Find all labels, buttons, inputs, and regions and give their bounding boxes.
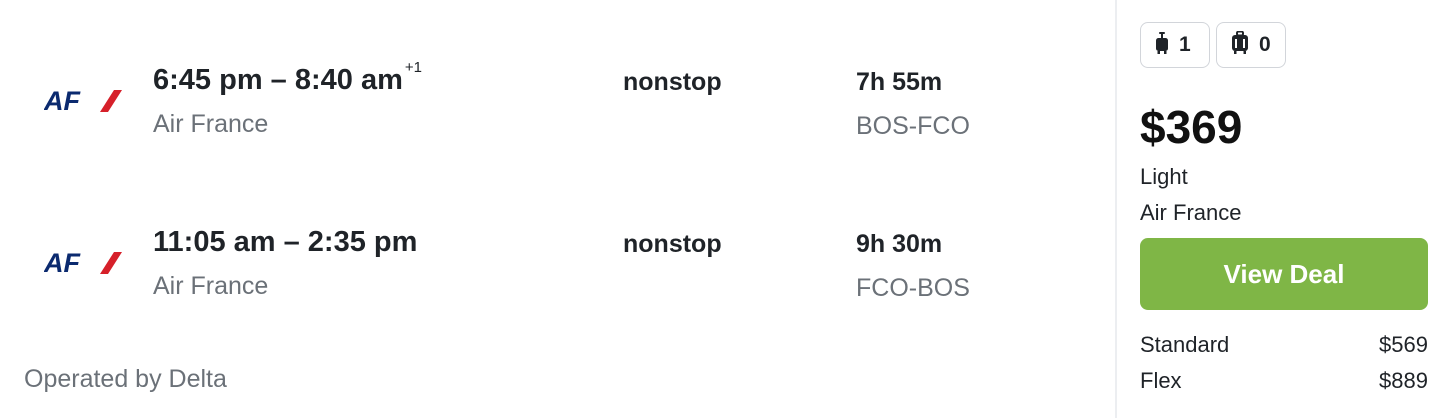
leg-duration: 9h 30m — [856, 230, 943, 258]
leg-return: AF 11:05 am – 2:35 pm Air France nonstop… — [0, 210, 1115, 310]
time-range: 11:05 am – 2:35 pm — [153, 226, 418, 258]
logo-text: AF — [44, 248, 81, 276]
leg-route: BOS-FCO — [856, 112, 970, 140]
carry-on-bag-badge[interactable]: 1 — [1140, 22, 1210, 68]
checked-bag-count: 0 — [1259, 33, 1271, 56]
leg-times: 6:45 pm – 8:40 am +1 — [153, 59, 422, 97]
fare-name: Light — [1140, 164, 1188, 189]
air-france-logo: AF — [43, 86, 124, 116]
time-range: 6:45 pm – 8:40 am — [153, 64, 403, 96]
operated-by-note: Operated by Delta — [24, 365, 227, 393]
flight-result-card[interactable]: AF 6:45 pm – 8:40 am +1 Air France nonsto… — [0, 0, 1448, 418]
view-deal-button[interactable]: View Deal — [1140, 238, 1428, 310]
logo-text: AF — [44, 86, 81, 114]
fare-option-price: $569 — [1379, 332, 1428, 357]
price-panel: 1 0 $369 Light Air France View Deal Stan… — [1117, 0, 1448, 418]
checked-bag-icon — [1231, 30, 1249, 60]
leg-duration: 7h 55m — [856, 68, 943, 96]
air-france-logo: AF — [43, 248, 124, 278]
checked-bag-badge[interactable]: 0 — [1216, 22, 1286, 68]
fare-option-flex[interactable]: Flex $889 — [1140, 368, 1428, 394]
flight-legs: AF 6:45 pm – 8:40 am +1 Air France nonsto… — [0, 0, 1115, 418]
leg-airline: Air France — [153, 110, 269, 138]
leg-airline: Air France — [153, 272, 269, 300]
provider-name: Air France — [1140, 200, 1242, 225]
fare-option-price: $889 — [1379, 368, 1428, 393]
leg-stops: nonstop — [623, 230, 722, 258]
deal-price: $369 — [1140, 101, 1243, 153]
fare-option-name: Flex — [1140, 368, 1182, 393]
fare-option-name: Standard — [1140, 332, 1230, 357]
leg-times: 11:05 am – 2:35 pm — [153, 226, 417, 259]
carry-on-bag-icon — [1155, 31, 1169, 60]
leg-outbound: AF 6:45 pm – 8:40 am +1 Air France nonsto… — [0, 48, 1115, 148]
day-offset-badge: +1 — [404, 59, 422, 77]
carry-on-count: 1 — [1179, 33, 1191, 56]
leg-stops: nonstop — [623, 68, 722, 96]
fare-option-standard[interactable]: Standard $569 — [1140, 332, 1428, 358]
leg-route: FCO-BOS — [856, 274, 970, 302]
